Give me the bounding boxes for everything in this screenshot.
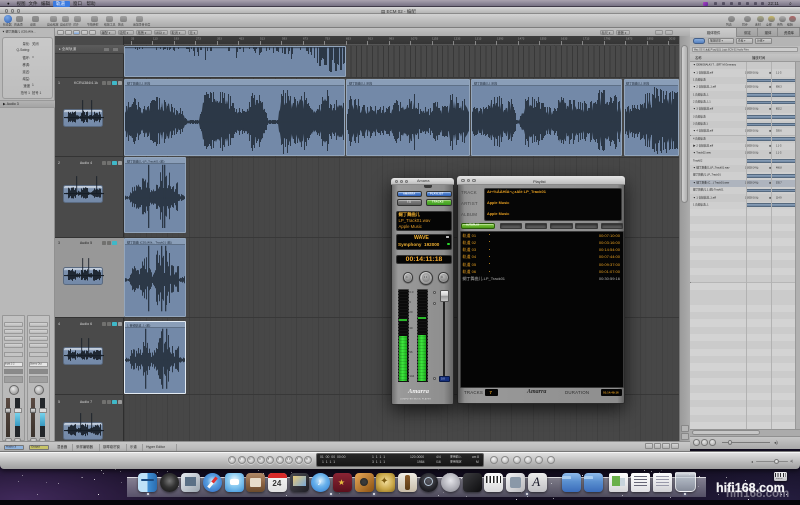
svg-text:hifi168.com: hifi168.com [726,488,789,500]
